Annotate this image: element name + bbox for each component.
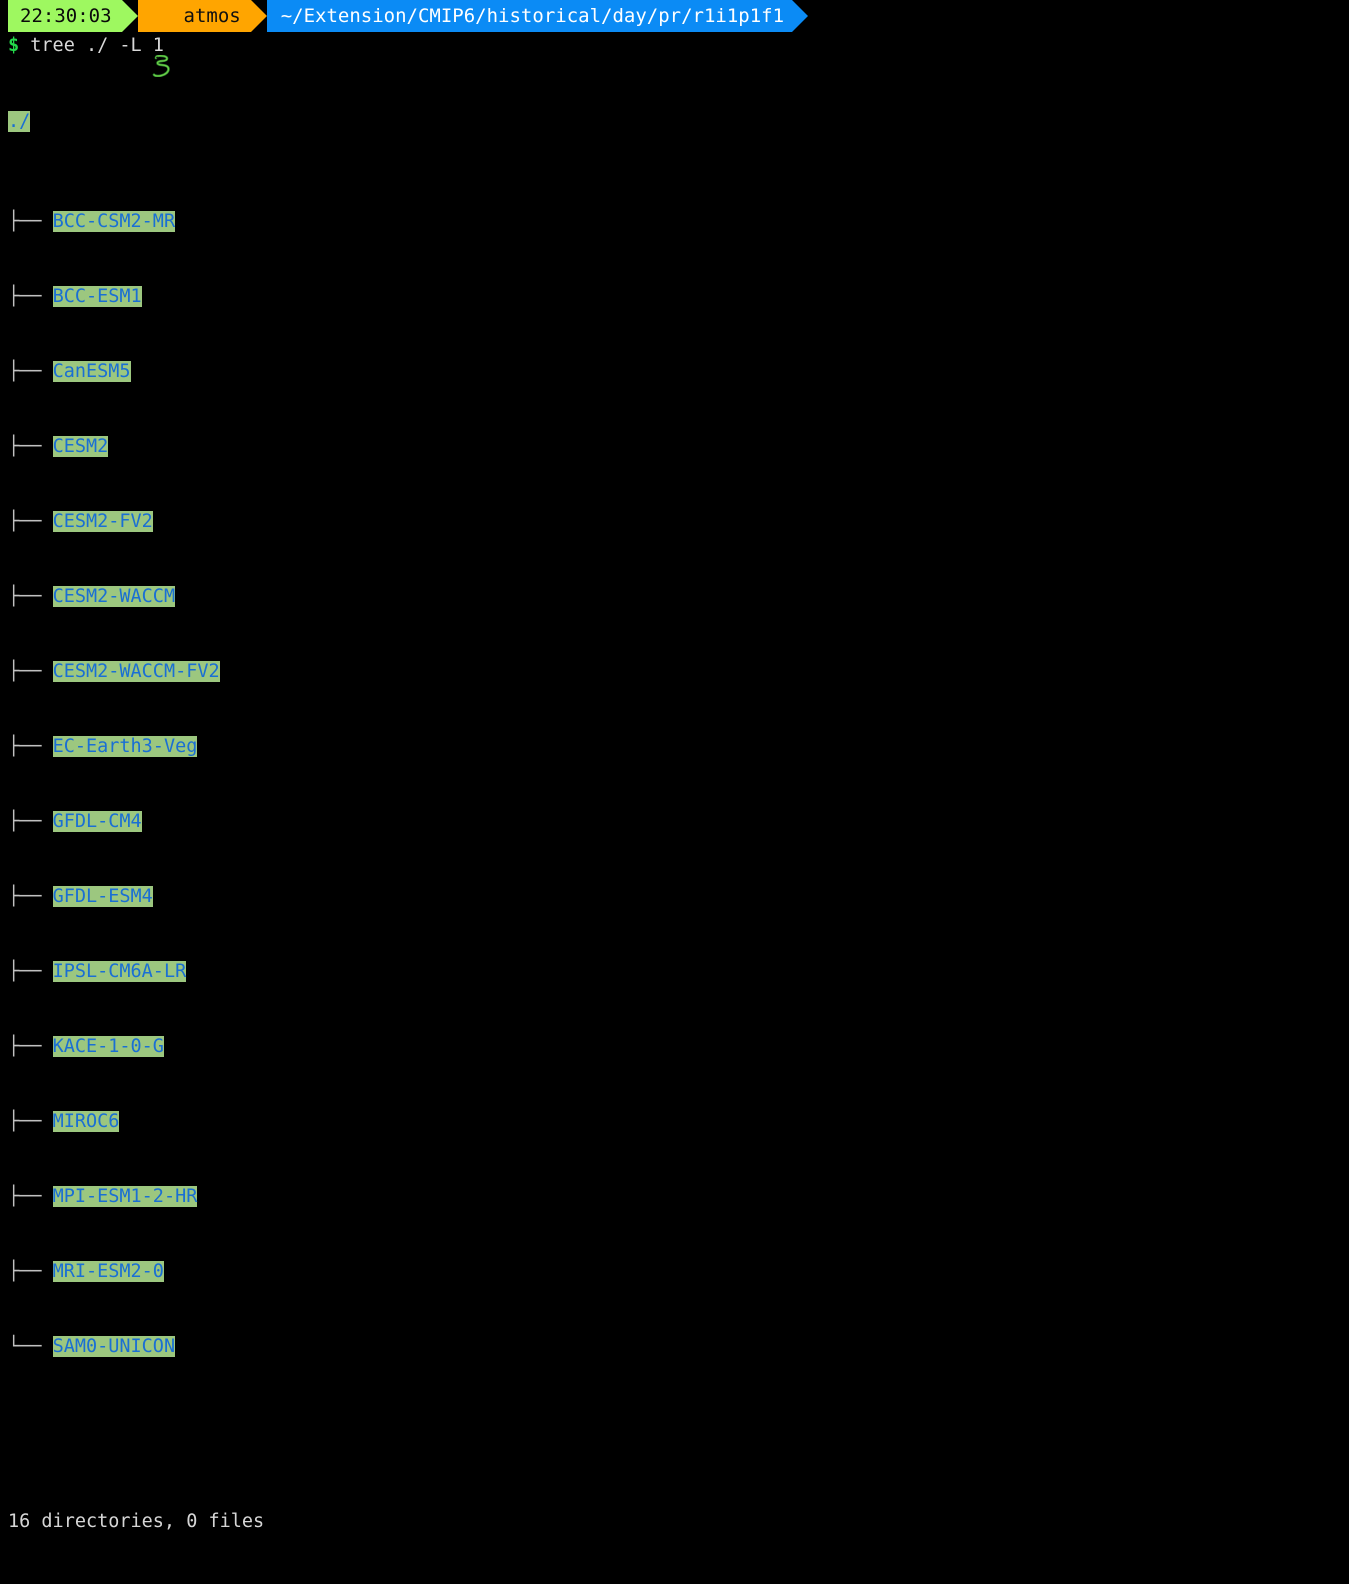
prompt-separator-arrow-1c xyxy=(792,0,809,32)
tree-branch: ├── xyxy=(8,436,53,457)
python-snake-icon xyxy=(152,5,172,77)
prompt-separator-arrow-1a xyxy=(121,0,138,32)
tree-branch: ├── xyxy=(8,286,53,307)
tree-row: └── SAM0-UNICON xyxy=(8,1334,1349,1359)
tree-dir-name[interactable]: KACE-1-0-G xyxy=(52,1036,164,1057)
tree-row: ├── CESM2-WACCM-FV2 xyxy=(8,659,1349,684)
prompt-path-text: ~/Extension/CMIP6/historical/day/pr/r1i1… xyxy=(280,4,785,27)
tree-dir-name[interactable]: MPI-ESM1-2-HR xyxy=(52,1186,198,1207)
tree-row: ├── BCC-CSM2-MR xyxy=(8,209,1349,234)
prompt-user-text: atmos xyxy=(183,4,241,27)
tree-branch: ├── xyxy=(8,886,53,907)
prompt-line-1: 22:30:03 atmos ~/Extension/CMIP6/histori… xyxy=(0,0,1349,77)
tree-row: ├── EC-Earth3-Veg xyxy=(8,734,1349,759)
tree-branch: ├── xyxy=(8,511,53,532)
tree-root-label: ./ xyxy=(8,111,31,132)
command-text-1: tree ./ -L 1 xyxy=(19,35,164,56)
terminal-window[interactable]: 22:30:03 atmos ~/Extension/CMIP6/histori… xyxy=(0,0,1349,1584)
tree-branch: ├── xyxy=(8,211,53,232)
tree-dir-name[interactable]: GFDL-ESM4 xyxy=(52,886,153,907)
tree-row: ├── BCC-ESM1 xyxy=(8,284,1349,309)
tree-dir-name[interactable]: BCC-CSM2-MR xyxy=(52,211,176,232)
tree-branch: └── xyxy=(8,1336,53,1357)
tree-dir-name[interactable]: CESM2-WACCM-FV2 xyxy=(52,661,220,682)
tree-dir-name[interactable]: CESM2-WACCM xyxy=(52,586,176,607)
prompt-separator-arrow-1b xyxy=(250,0,267,32)
tree-dir-name[interactable]: CESM2-FV2 xyxy=(52,511,153,532)
tree-branch: ├── xyxy=(8,1111,53,1132)
tree-row: ├── MRI-ESM2-0 xyxy=(8,1259,1349,1284)
tree-branch: ├── xyxy=(8,586,53,607)
tree-row: ├── GFDL-CM4 xyxy=(8,809,1349,834)
tree-row: ├── CESM2 xyxy=(8,434,1349,459)
tree-row: ├── GFDL-ESM4 xyxy=(8,884,1349,909)
tree-branch: ├── xyxy=(8,811,53,832)
tree-row: ├── CanESM5 xyxy=(8,359,1349,384)
prompt-time-segment: 22:30:03 xyxy=(8,0,122,32)
tree-summary-text: 16 directories, 0 files xyxy=(8,1511,265,1532)
tree-row: ├── KACE-1-0-G xyxy=(8,1034,1349,1059)
prompt-user-segment: atmos xyxy=(137,0,251,77)
tree-dir-name[interactable]: BCC-ESM1 xyxy=(52,286,142,307)
prompt-path-segment: ~/Extension/CMIP6/historical/day/pr/r1i1… xyxy=(266,0,793,32)
tree-output: ./ ├── BCC-CSM2-MR ├── BCC-ESM1 ├── CanE… xyxy=(0,59,1349,1584)
tree-branch: ├── xyxy=(8,736,53,757)
tree-dir-name[interactable]: SAM0-UNICON xyxy=(52,1336,176,1357)
tree-branch: ├── xyxy=(8,661,53,682)
tree-branch: ├── xyxy=(8,961,53,982)
tree-dir-name[interactable]: MIROC6 xyxy=(52,1111,120,1132)
tree-dir-name[interactable]: CanESM5 xyxy=(52,361,131,382)
tree-dir-name[interactable]: EC-Earth3-Veg xyxy=(52,736,198,757)
tree-summary-row: 16 directories, 0 files xyxy=(8,1509,1349,1534)
tree-row: ├── MPI-ESM1-2-HR xyxy=(8,1184,1349,1209)
tree-row: ├── CESM2-WACCM xyxy=(8,584,1349,609)
tree-branch: ├── xyxy=(8,1036,53,1057)
tree-branch: ├── xyxy=(8,361,53,382)
prompt-time-text: 22:30:03 xyxy=(20,4,112,27)
tree-branch: ├── xyxy=(8,1186,53,1207)
tree-row: ├── IPSL-CM6A-LR xyxy=(8,959,1349,984)
prompt-dollar-1: $ xyxy=(8,35,20,56)
tree-branch: ├── xyxy=(8,1261,53,1282)
tree-dir-name[interactable]: MRI-ESM2-0 xyxy=(52,1261,164,1282)
tree-dir-name[interactable]: IPSL-CM6A-LR xyxy=(52,961,187,982)
tree-dir-name[interactable]: GFDL-CM4 xyxy=(52,811,142,832)
tree-row: ├── MIROC6 xyxy=(8,1109,1349,1134)
tree-dir-name[interactable]: CESM2 xyxy=(52,436,109,457)
tree-row: ├── CESM2-FV2 xyxy=(8,509,1349,534)
tree-blank-row xyxy=(8,1434,1349,1459)
